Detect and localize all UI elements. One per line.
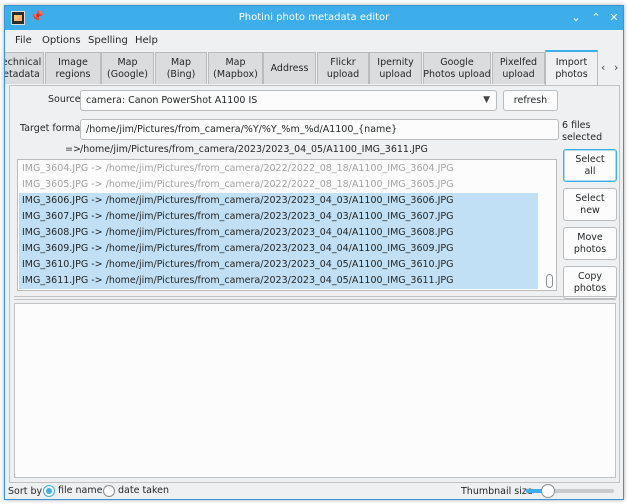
menu-options[interactable]: Options bbox=[42, 35, 81, 46]
refresh-button[interactable]: refresh bbox=[503, 90, 558, 111]
copy-photos-button[interactable]: Copy photos bbox=[563, 266, 617, 299]
file-list-item[interactable]: IMG_3605.JPG -> /home/jim/Pictures/from_… bbox=[19, 177, 538, 193]
tab-scroll-left-icon[interactable]: ‹ bbox=[601, 61, 605, 74]
preview-arrow: => bbox=[65, 144, 81, 155]
file-list-item[interactable]: IMG_3609.JPG -> /home/jim/Pictures/from_… bbox=[19, 241, 538, 257]
tab-map-google[interactable]: Map (Google) bbox=[101, 52, 154, 84]
files-selected-count: 6 files selected bbox=[562, 120, 603, 143]
menu-spelling[interactable]: Spelling bbox=[88, 35, 128, 46]
thumbnail-size-slider[interactable] bbox=[526, 484, 614, 498]
target-format-label: Target format bbox=[20, 123, 85, 134]
tab-map-bing[interactable]: Map (Bing) bbox=[155, 52, 207, 84]
file-list-item[interactable]: IMG_3611.JPG -> /home/jim/Pictures/from_… bbox=[19, 273, 538, 289]
chevron-down-icon: ▼ bbox=[483, 95, 490, 105]
splitter-handle[interactable] bbox=[14, 296, 616, 300]
thumbnail-area[interactable] bbox=[14, 303, 616, 478]
sort-file-name-label[interactable]: file name bbox=[58, 485, 102, 496]
main-window: 📌 Photini photo metadata editor ⌄ ⌃ ✕ Fi… bbox=[4, 5, 624, 500]
tab-address[interactable]: Address bbox=[263, 52, 316, 84]
import-photos-panel: Source camera: Canon PowerShot A1100 IS … bbox=[9, 85, 620, 483]
file-list-item[interactable]: IMG_3607.JPG -> /home/jim/Pictures/from_… bbox=[19, 209, 538, 225]
sort-by-label: Sort by bbox=[8, 486, 43, 497]
scrollbar-thumb[interactable] bbox=[546, 274, 553, 288]
source-value: camera: Canon PowerShot A1100 IS bbox=[86, 95, 258, 106]
move-photos-button[interactable]: Move photos bbox=[563, 227, 617, 260]
tab-import-photos[interactable]: Import photos bbox=[545, 50, 598, 85]
tab-ipernity-upload[interactable]: Ipernity upload bbox=[369, 52, 422, 84]
close-button[interactable]: ✕ bbox=[606, 10, 622, 26]
file-list-scrollbar[interactable] bbox=[546, 162, 554, 288]
source-label: Source bbox=[48, 94, 81, 105]
target-format-input[interactable]: /home/jim/Pictures/from_camera/%Y/%Y_%m_… bbox=[80, 119, 559, 140]
bottom-bar: Sort by file name date taken Thumbnail s… bbox=[5, 483, 623, 499]
tab-technical-metadata[interactable]: echnical etadata bbox=[5, 52, 44, 84]
menu-bar: File Options Spelling Help bbox=[5, 30, 623, 52]
tab-scroll-right-icon[interactable]: › bbox=[614, 61, 618, 74]
tab-bar: echnical etadata Image regions Map (Goog… bbox=[5, 50, 623, 85]
menu-file[interactable]: File bbox=[15, 35, 32, 46]
title-bar[interactable]: 📌 Photini photo metadata editor ⌄ ⌃ ✕ bbox=[5, 6, 623, 30]
minimize-button[interactable]: ⌄ bbox=[568, 10, 584, 26]
window-title: Photini photo metadata editor bbox=[238, 12, 390, 23]
menu-help[interactable]: Help bbox=[135, 35, 158, 46]
tab-flickr-upload[interactable]: Flickr upload bbox=[317, 52, 369, 84]
tab-image-regions[interactable]: Image regions bbox=[45, 52, 101, 84]
file-list-item[interactable]: IMG_3606.JPG -> /home/jim/Pictures/from_… bbox=[19, 193, 538, 209]
target-format-value: /home/jim/Pictures/from_camera/%Y/%Y_%m_… bbox=[86, 124, 398, 135]
tab-google-photos-upload[interactable]: Google Photos upload bbox=[423, 52, 491, 84]
sort-date-taken-label[interactable]: date taken bbox=[118, 485, 169, 496]
sort-file-name-radio[interactable] bbox=[43, 485, 55, 497]
thumbnail-size-label: Thumbnail size bbox=[461, 486, 533, 497]
file-list-item[interactable]: IMG_3608.JPG -> /home/jim/Pictures/from_… bbox=[19, 225, 538, 241]
select-new-button[interactable]: Select new bbox=[563, 188, 617, 221]
sort-date-taken-radio[interactable] bbox=[103, 485, 115, 497]
tab-pixelfed-upload[interactable]: Pixelfed upload bbox=[492, 52, 545, 84]
slider-handle[interactable] bbox=[541, 484, 555, 498]
file-list-item[interactable]: IMG_3610.JPG -> /home/jim/Pictures/from_… bbox=[19, 257, 538, 273]
maximize-button[interactable]: ⌃ bbox=[588, 10, 604, 26]
file-list[interactable]: IMG_3604.JPG -> /home/jim/Pictures/from_… bbox=[17, 159, 557, 291]
file-list-item[interactable]: IMG_3604.JPG -> /home/jim/Pictures/from_… bbox=[19, 161, 538, 177]
preview-path: /home/jim/Pictures/from_camera/2023/2023… bbox=[80, 144, 428, 155]
select-all-button[interactable]: Select all bbox=[563, 149, 617, 182]
tab-map-mapbox[interactable]: Map (Mapbox) bbox=[208, 52, 263, 84]
source-combobox[interactable]: camera: Canon PowerShot A1100 IS ▼ bbox=[80, 90, 497, 111]
